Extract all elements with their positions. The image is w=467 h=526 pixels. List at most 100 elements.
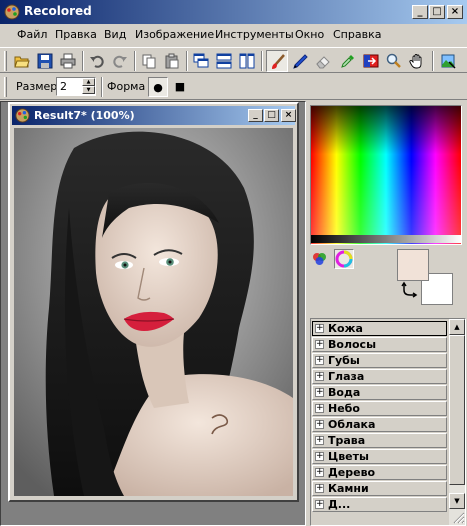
tile-vertical-button[interactable] [236,50,258,72]
menu-edit[interactable]: Правка [55,28,97,41]
list-item-label: Вода [328,386,361,399]
menu-image[interactable]: Изображение [135,28,214,41]
foreground-color-swatch[interactable] [397,249,429,281]
save-button[interactable] [34,50,56,72]
paste-button[interactable] [161,50,183,72]
eraser-icon [316,56,330,69]
toolbar-separator [432,51,434,71]
expand-icon[interactable]: + [315,500,324,509]
options-separator [101,77,103,97]
list-item-label: Д... [328,498,351,511]
list-item-label: Камни [328,482,369,495]
expand-icon[interactable]: + [315,452,324,461]
list-item[interactable]: + Кожа [312,321,447,336]
paste-icon [165,53,179,69]
color-circles-icon [313,253,326,265]
expand-icon[interactable]: + [315,468,324,477]
list-item-label: Трава [328,434,366,447]
crop-image-icon [441,54,456,69]
menu-bar: Файл Правка Вид Изображение Инструменты … [0,25,467,45]
color-ring-mode-button[interactable] [334,249,354,269]
eyedropper-tool-button[interactable] [337,50,359,72]
list-item[interactable]: + Глаза [312,369,447,384]
resize-grip-icon[interactable] [453,512,465,524]
minimize-button[interactable]: _ [412,5,428,19]
tool-options-bar: Размер 2 ▲ ▼ Форма ● ■ [0,74,467,100]
hand-icon [409,54,422,69]
expand-icon[interactable]: + [315,372,324,381]
size-spin-buttons: ▲ ▼ [82,78,95,95]
print-icon [60,53,76,69]
color-spectrum-picker[interactable] [310,105,462,245]
menu-tools[interactable]: Инструменты [215,28,294,41]
menu-help[interactable]: Справка [333,28,381,41]
palette-shade [311,106,461,244]
size-spinbox[interactable]: 2 ▲ ▼ [56,77,96,96]
expand-icon[interactable]: + [315,420,324,429]
shape-circle-button[interactable]: ● [148,77,168,97]
undo-button[interactable] [86,50,108,72]
list-item[interactable]: + Облака [312,417,447,432]
copy-button[interactable] [138,50,160,72]
document-minimize-button[interactable]: _ [248,109,263,122]
list-item-label: Глаза [328,370,365,383]
zoom-tool-button[interactable] [383,50,405,72]
scroll-thumb[interactable] [449,335,465,485]
list-scrollbar[interactable]: ▲ ▼ [449,319,465,525]
spin-up-button[interactable]: ▲ [82,78,95,86]
eraser-tool-button[interactable] [312,50,334,72]
hand-tool-button[interactable] [406,50,428,72]
pencil-tool-button[interactable] [289,50,311,72]
list-item[interactable]: + Камни [312,481,447,496]
list-item[interactable]: + Дерево [312,465,447,480]
document-maximize-button[interactable]: □ [264,109,279,122]
main-toolbar [0,47,467,73]
list-item[interactable]: + Д... [312,497,447,512]
expand-icon[interactable]: + [315,356,324,365]
list-item-label: Небо [328,402,360,415]
undo-icon [90,55,104,68]
expand-icon[interactable]: + [315,436,324,445]
scroll-down-button[interactable]: ▼ [449,493,465,509]
expand-icon[interactable]: + [315,484,324,493]
spin-down-button[interactable]: ▼ [82,86,95,94]
options-grip[interactable] [4,77,7,97]
expand-icon[interactable]: + [315,404,324,413]
document-titlebar[interactable]: Result7* (100%) _ □ × [12,106,296,125]
menu-view[interactable]: Вид [104,28,126,41]
list-item[interactable]: + Трава [312,433,447,448]
menu-file[interactable]: Файл [17,28,47,41]
portrait-artwork [14,128,293,496]
expand-icon[interactable]: + [315,388,324,397]
scroll-up-button[interactable]: ▲ [449,319,465,335]
brush-tool-button[interactable] [266,50,288,72]
crop-image-button[interactable] [437,50,459,72]
open-button[interactable] [11,50,33,72]
list-item[interactable]: + Вода [312,385,447,400]
toolbar-grip[interactable] [4,51,7,71]
grayscale-bar[interactable] [311,235,461,243]
color-parts-list: + Кожа + Волосы + Губы + Глаза + Вода + Небо +… [310,318,466,526]
print-button[interactable] [57,50,79,72]
color-replace-tool-button[interactable] [360,50,382,72]
image-canvas[interactable] [14,128,293,496]
tile-horizontal-button[interactable] [213,50,235,72]
list-item[interactable]: + Небо [312,401,447,416]
color-wheel-mode-button[interactable] [310,249,330,269]
menu-window[interactable]: Окно [295,28,324,41]
list-item[interactable]: + Цветы [312,449,447,464]
list-item-label: Волосы [328,338,377,351]
app-titlebar: Recolored _ □ × [0,0,467,24]
expand-icon[interactable]: + [315,324,324,333]
list-item[interactable]: + Волосы [312,337,447,352]
close-button[interactable]: × [447,5,463,19]
redo-button[interactable] [109,50,131,72]
expand-icon[interactable]: + [315,340,324,349]
swap-colors-icon[interactable] [401,281,419,299]
maximize-button[interactable]: □ [429,5,445,19]
cascade-button[interactable] [190,50,212,72]
document-close-button[interactable]: × [281,109,296,122]
list-item[interactable]: + Губы [312,353,447,368]
size-value[interactable]: 2 [60,80,67,93]
shape-square-button[interactable]: ■ [170,77,190,97]
